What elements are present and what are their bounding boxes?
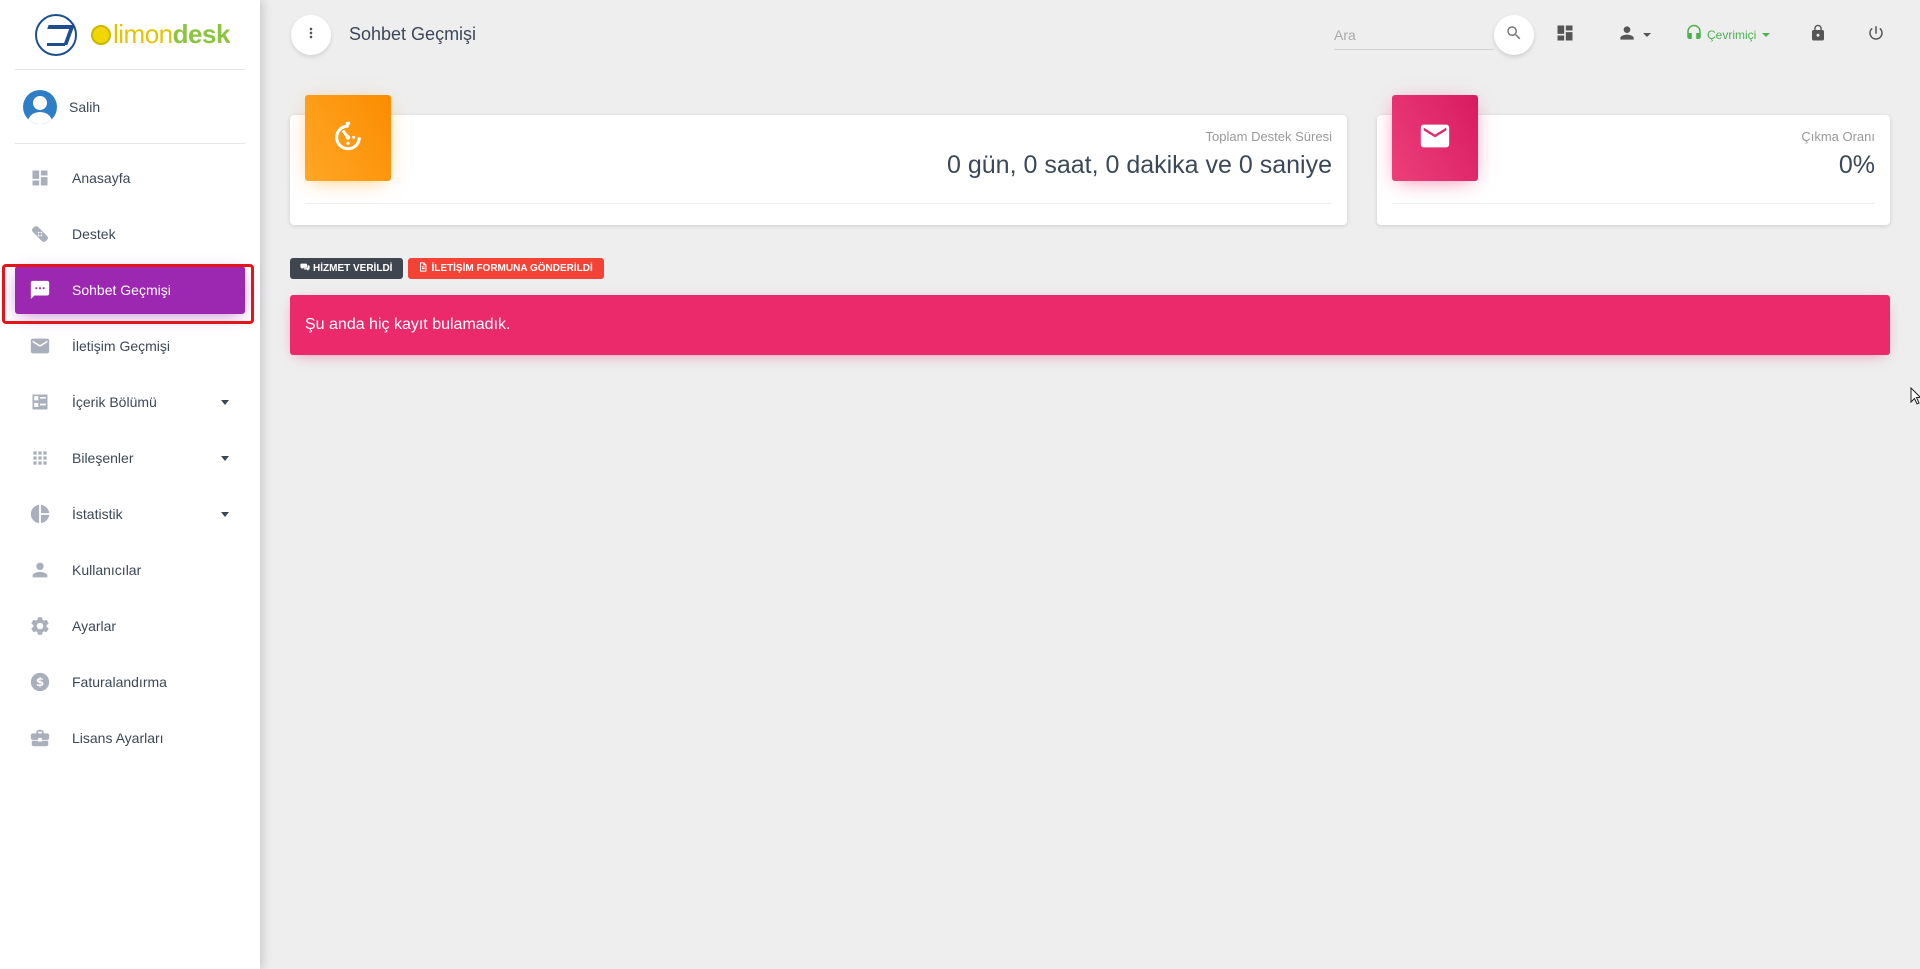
sidebar-item-faturalandirma[interactable]: $ Faturalandırma: [15, 658, 245, 706]
stat-card-icon: [305, 95, 391, 181]
chevron-down-icon: [221, 512, 229, 517]
filter-served-label: HİZMET VERİLDİ: [313, 263, 393, 274]
page-title: Sohbet Geçmişi: [349, 24, 477, 44]
sidebar-item-iletisim-gecmisi[interactable]: İletişim Geçmişi: [15, 322, 245, 370]
person-icon: [28, 558, 52, 582]
search-icon: [1505, 24, 1523, 47]
stat-card-icon: [1392, 95, 1478, 181]
stat-card-category: Çıkma Oranı: [1801, 129, 1875, 144]
sidebar-item-label: Kullanıcılar: [72, 562, 142, 578]
stat-card-category: Toplam Destek Süresi: [1205, 129, 1332, 144]
gear-icon: [28, 614, 52, 638]
sidebar-item-label: İletişim Geçmişi: [72, 338, 171, 354]
sidebar-item-sohbet-gecmisi[interactable]: Sohbet Geçmişi: [15, 266, 245, 314]
power-icon: [1867, 24, 1885, 47]
chevron-down-icon: [1643, 33, 1651, 37]
brand-name-part2: desk: [172, 19, 231, 49]
pie-chart-icon: [28, 502, 52, 526]
chevron-down-icon: [221, 400, 229, 405]
logo[interactable]: limon desk: [15, 0, 245, 70]
mail-icon: [1418, 119, 1452, 158]
mouse-cursor-icon: [1910, 386, 1920, 410]
sidebar-item-label: İçerik Bölümü: [72, 394, 157, 410]
stat-card-support-time: Toplam Destek Süresi 0 gün, 0 saat, 0 da…: [290, 95, 1347, 225]
sidebar-item-label: Lisans Ayarları: [72, 730, 164, 746]
user-name: Salih: [69, 98, 101, 115]
filter-served-badge[interactable]: HİZMET VERİLDİ: [290, 258, 404, 279]
stat-card-value: 0 gün, 0 saat, 0 dakika ve 0 saniye: [947, 151, 1332, 179]
alert-message: Şu anda hiç kayıt bulamadık.: [305, 316, 511, 333]
user-menu-button[interactable]: [1614, 22, 1654, 48]
lock-button[interactable]: [1805, 22, 1831, 48]
chat-icon: [28, 278, 52, 302]
sidebar-item-label: Ayarlar: [72, 618, 117, 634]
status-label: Çevrimiçi: [1707, 27, 1757, 42]
search-input[interactable]: [1334, 20, 1494, 49]
sidebar-item-kullanicilar[interactable]: Kullanıcılar: [15, 546, 245, 594]
filter-sent-to-form-badge[interactable]: İLETİŞİM FORMUNA GÖNDERİLDİ: [408, 258, 604, 279]
sidebar-nav: Anasayfa Destek Sohbet Geçmişi İletişim …: [0, 154, 260, 762]
bandage-icon: [28, 222, 52, 246]
chevron-down-icon: [1762, 32, 1771, 37]
dashboard-button[interactable]: [1552, 22, 1578, 48]
sidebar-item-icerik-bolumu[interactable]: İçerik Bölümü: [15, 378, 245, 426]
akinsoft-logo: [35, 13, 77, 56]
person-icon: [1617, 23, 1637, 48]
more-vertical-icon: [303, 25, 319, 46]
no-records-alert: Şu anda hiç kayıt bulamadık.: [290, 295, 1890, 355]
file-icon: [418, 262, 431, 275]
sidebar-item-label: Anasayfa: [72, 170, 131, 186]
dashboard-icon: [28, 166, 52, 190]
sidebar-item-label: Sohbet Geçmişi: [72, 282, 171, 298]
topbar: Sohbet Geçmişi Çevrimiçi: [260, 0, 1920, 70]
brand-name-part1: limon: [113, 19, 173, 49]
svg-text:$: $: [36, 675, 44, 689]
apps-icon: [28, 446, 52, 470]
comments-icon: [300, 262, 313, 275]
sidebar-toggle-button[interactable]: [291, 15, 331, 55]
sidebar-item-bilesenler[interactable]: Bileşenler: [15, 434, 245, 482]
stat-card-bounce-rate: Çıkma Oranı 0%: [1377, 95, 1890, 225]
avatar: [23, 89, 57, 124]
sidebar-item-label: Faturalandırma: [72, 674, 167, 690]
logout-button[interactable]: [1863, 22, 1889, 48]
search-button[interactable]: [1494, 15, 1534, 55]
sidebar-item-lisans-ayarlari[interactable]: Lisans Ayarları: [15, 714, 245, 762]
timer-icon: [331, 119, 365, 158]
status-dropdown[interactable]: Çevrimiçi: [1685, 24, 1771, 45]
chevron-down-icon: [221, 456, 229, 461]
lock-icon: [1809, 24, 1827, 47]
sidebar-item-istatistik[interactable]: İstatistik: [15, 490, 245, 538]
dollar-icon: $: [28, 670, 52, 694]
sidebar: limon desk Salih Anasayfa Destek Sohbet G…: [0, 0, 260, 969]
filter-sent-to-form-label: İLETİŞİM FORMUNA GÖNDERİLDİ: [431, 263, 593, 274]
user-profile[interactable]: Salih: [15, 70, 245, 144]
filter-badges: HİZMET VERİLDİ İLETİŞİM FORMUNA GÖNDERİL…: [290, 258, 604, 279]
dashboard-icon: [1555, 23, 1575, 48]
headset-icon: [1685, 24, 1703, 45]
stat-card-footer: [305, 203, 1332, 204]
sidebar-item-label: İstatistik: [72, 506, 123, 522]
sidebar-item-ayarlar[interactable]: Ayarlar: [15, 602, 245, 650]
brand-name: limon desk: [91, 19, 230, 50]
mail-icon: [28, 334, 52, 358]
lemon-icon: [91, 24, 111, 45]
stat-card-footer: [1392, 203, 1875, 204]
briefcase-icon: [28, 726, 52, 750]
stat-card-value: 0%: [1838, 151, 1875, 179]
sidebar-item-label: Bileşenler: [72, 450, 134, 466]
list-icon: [28, 390, 52, 414]
sidebar-item-destek[interactable]: Destek: [15, 210, 245, 258]
search-field: [1334, 20, 1494, 50]
sidebar-item-label: Destek: [72, 226, 116, 242]
sidebar-item-anasayfa[interactable]: Anasayfa: [15, 154, 245, 202]
